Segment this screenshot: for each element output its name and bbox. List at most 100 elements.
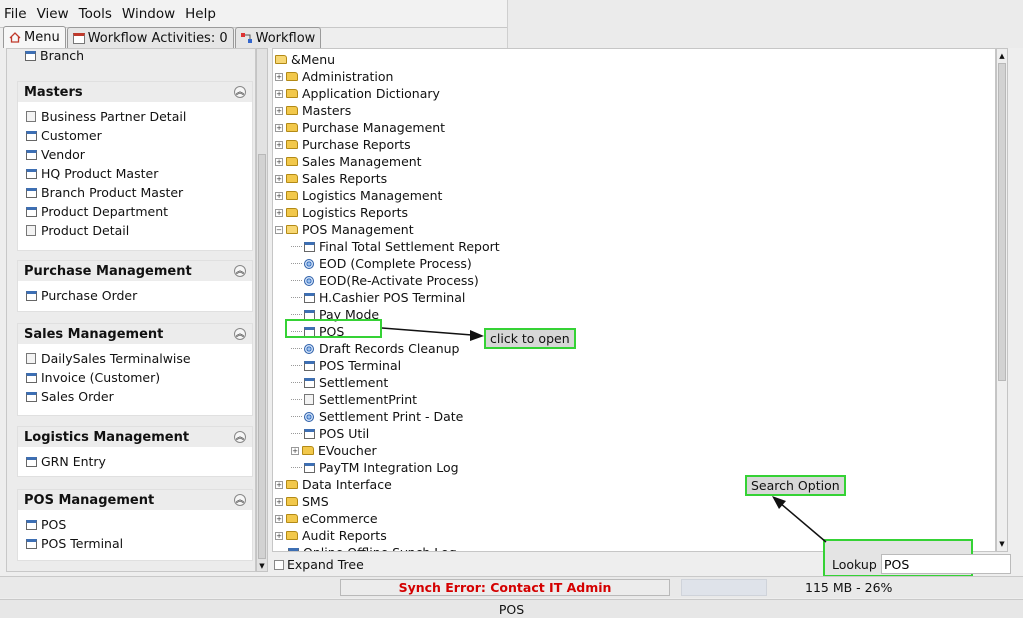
expand-node-icon[interactable]: +: [275, 89, 283, 98]
tab-menu[interactable]: Menu: [3, 26, 66, 48]
tree-node[interactable]: Settlement Print - Date: [291, 408, 463, 425]
tree-node[interactable]: + Purchase Reports: [275, 136, 411, 153]
tree-node[interactable]: EOD (Complete Process): [291, 255, 472, 272]
tree-node[interactable]: EOD(Re-Activate Process): [291, 272, 479, 289]
left-scrollbar[interactable]: ▼: [256, 48, 268, 572]
tree-node[interactable]: + Data Interface: [275, 476, 392, 493]
tab-workflow[interactable]: Workflow: [234, 27, 322, 48]
expand-node-icon[interactable]: +: [275, 497, 283, 506]
arrow-icon: [381, 327, 484, 341]
tree-node[interactable]: + Sales Reports: [275, 170, 387, 187]
tree-node[interactable]: + Sales Management: [275, 153, 422, 170]
expand-node-icon[interactable]: +: [275, 174, 283, 183]
tree-node[interactable]: Settlement: [291, 374, 388, 391]
collapse-icon[interactable]: ︽: [234, 265, 246, 277]
expand-node-icon[interactable]: +: [275, 208, 283, 217]
list-item[interactable]: Product Department: [18, 202, 252, 221]
group-title: Sales Management: [24, 326, 164, 342]
list-item[interactable]: HQ Product Master: [18, 164, 252, 183]
tree-node[interactable]: + SMS: [275, 493, 329, 510]
tree-node[interactable]: PayTM Integration Log: [291, 459, 459, 476]
tree-node[interactable]: Online Offline Synch Log: [275, 544, 457, 551]
tree-connector: [291, 314, 302, 315]
expand-node-icon[interactable]: +: [275, 514, 283, 523]
tree-scroll-thumb[interactable]: [998, 63, 1006, 381]
menu-view[interactable]: View: [37, 6, 69, 22]
list-item[interactable]: Purchase Order: [18, 286, 252, 305]
menu-help[interactable]: Help: [185, 6, 216, 22]
tree-node-label: POS Terminal: [319, 358, 402, 373]
tree-node-label: SMS: [302, 494, 329, 509]
scroll-up-icon[interactable]: ▲: [997, 51, 1007, 61]
list-item[interactable]: Invoice (Customer): [18, 368, 252, 387]
lookup-highlight: Lookup: [823, 539, 1011, 577]
sync-error-status[interactable]: Synch Error: Contact IT Admin: [340, 579, 670, 596]
expand-node-icon[interactable]: +: [291, 446, 299, 455]
tree-node-label: Purchase Management: [302, 120, 446, 135]
collapse-icon[interactable]: ︽: [234, 86, 246, 98]
tree-node[interactable]: + Administration: [275, 68, 393, 85]
tree-node[interactable]: H.Cashier POS Terminal: [291, 289, 465, 306]
expand-node-icon[interactable]: +: [275, 157, 283, 166]
list-item[interactable]: Vendor: [18, 145, 252, 164]
expand-node-icon[interactable]: +: [275, 480, 283, 489]
list-item[interactable]: DailySales Terminalwise: [18, 349, 252, 368]
list-item[interactable]: POS Terminal: [18, 534, 252, 553]
folder-icon: [302, 446, 314, 455]
tree-node[interactable]: Final Total Settlement Report: [291, 238, 500, 255]
tree-node[interactable]: + eCommerce: [275, 510, 378, 527]
tree-node[interactable]: + Audit Reports: [275, 527, 387, 544]
list-item[interactable]: POS: [18, 515, 252, 534]
tree-node-label: Application Dictionary: [302, 86, 440, 101]
expand-node-icon[interactable]: +: [275, 123, 283, 132]
scroll-down-icon[interactable]: ▼: [257, 561, 267, 571]
menu-file[interactable]: File: [4, 6, 27, 22]
tree-root[interactable]: &Menu: [275, 51, 335, 68]
tree-node[interactable]: − POS Management: [275, 221, 414, 238]
checkbox-icon[interactable]: [274, 559, 284, 570]
scroll-down-icon[interactable]: ▼: [997, 539, 1007, 549]
list-item[interactable]: Sales Order: [18, 387, 252, 406]
list-item[interactable]: GRN Entry: [18, 452, 252, 471]
collapse-node-icon[interactable]: −: [275, 225, 283, 234]
tree-node[interactable]: POS Terminal: [291, 357, 401, 374]
tree-node[interactable]: + Purchase Management: [275, 119, 445, 136]
left-scroll-thumb[interactable]: [258, 154, 266, 559]
group-header[interactable]: Masters ︽: [18, 82, 252, 102]
tab-workflow-activities[interactable]: Workflow Activities: 0: [66, 27, 234, 48]
menu-window[interactable]: Window: [122, 6, 175, 22]
expand-tree-checkbox[interactable]: Expand Tree: [274, 557, 364, 572]
tree-node[interactable]: + Masters: [275, 102, 351, 119]
group-header[interactable]: POS Management ︽: [18, 490, 252, 510]
expand-node-icon[interactable]: +: [275, 191, 283, 200]
tree-scrollbar[interactable]: ▲ ▼: [996, 48, 1008, 552]
tree-node[interactable]: + Logistics Management: [275, 187, 442, 204]
tree-node-label: Settlement: [319, 375, 389, 390]
group-header[interactable]: Logistics Management ︽: [18, 427, 252, 447]
collapse-icon[interactable]: ︽: [234, 328, 246, 340]
window-icon: [26, 538, 37, 549]
collapse-icon[interactable]: ︽: [234, 431, 246, 443]
group-header[interactable]: Purchase Management ︽: [18, 261, 252, 281]
list-item[interactable]: Branch: [17, 49, 84, 65]
group-header[interactable]: Sales Management ︽: [18, 324, 252, 344]
process-icon: [304, 411, 314, 422]
tree-node[interactable]: + EVoucher: [291, 442, 377, 459]
tree-node[interactable]: POS Util: [291, 425, 369, 442]
list-item[interactable]: Business Partner Detail: [18, 107, 252, 126]
tree-node[interactable]: + Logistics Reports: [275, 204, 408, 221]
expand-node-icon[interactable]: +: [275, 140, 283, 149]
window-icon: [26, 372, 37, 383]
list-item[interactable]: Customer: [18, 126, 252, 145]
tree-node[interactable]: SettlementPrint: [291, 391, 417, 408]
list-item[interactable]: Branch Product Master: [18, 183, 252, 202]
menu-tools[interactable]: Tools: [79, 6, 112, 22]
expand-node-icon[interactable]: +: [275, 531, 283, 540]
collapse-icon[interactable]: ︽: [234, 494, 246, 506]
expand-node-icon[interactable]: +: [275, 106, 283, 115]
lookup-input[interactable]: [881, 554, 1011, 574]
expand-node-icon[interactable]: +: [275, 72, 283, 81]
folder-icon: [286, 123, 298, 132]
list-item[interactable]: Product Detail: [18, 221, 252, 240]
tree-node[interactable]: + Application Dictionary: [275, 85, 440, 102]
